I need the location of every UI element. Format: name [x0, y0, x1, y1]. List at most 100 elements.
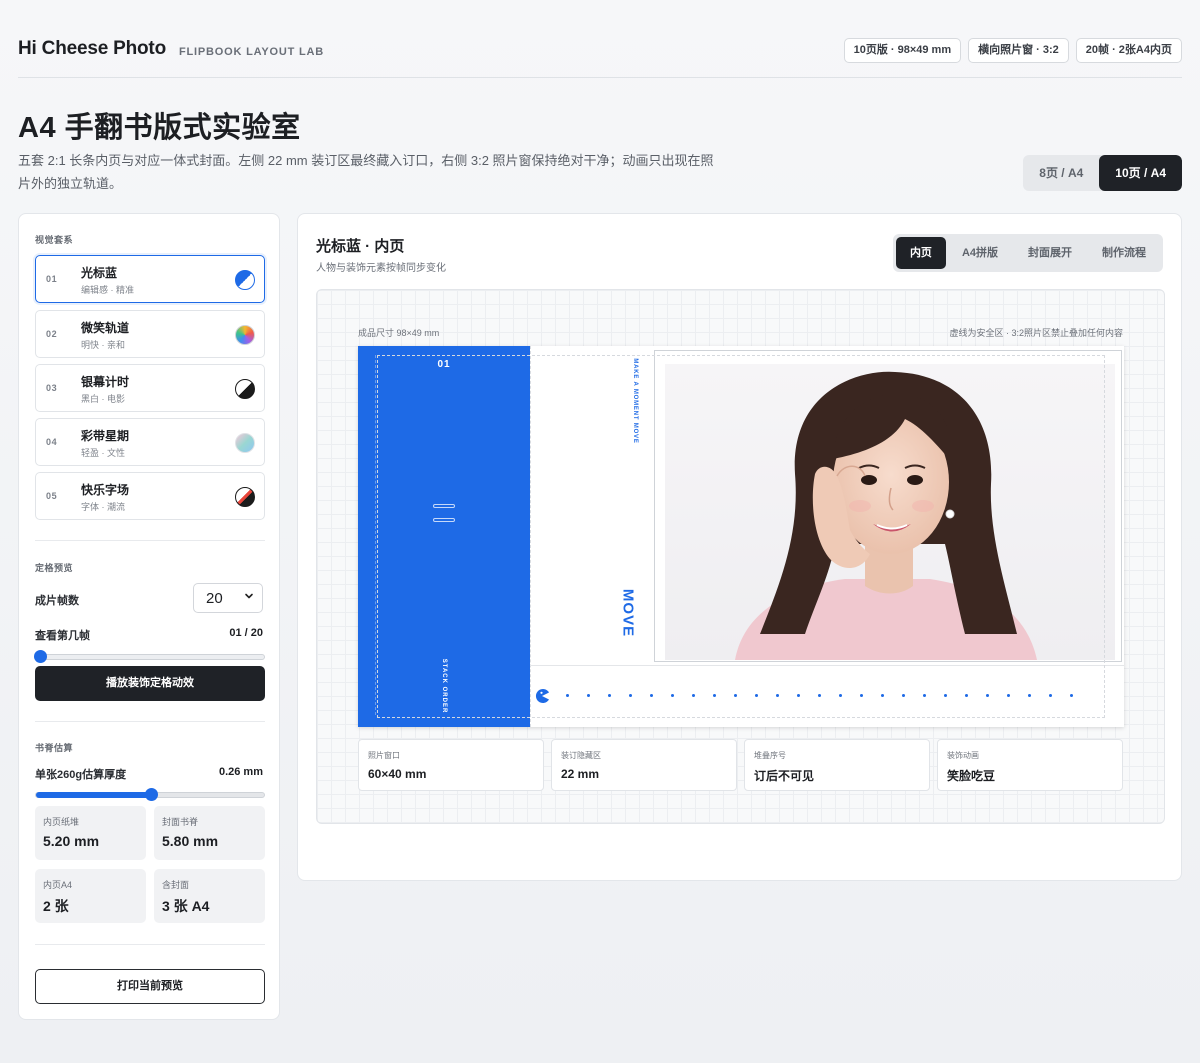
theme-name: 银幕计时	[81, 375, 130, 389]
track-dot	[797, 694, 800, 697]
info-value: 笑脸吃豆	[947, 769, 996, 783]
divider	[35, 721, 265, 722]
swatch-icon	[235, 270, 255, 290]
frame-slider[interactable]	[34, 650, 265, 663]
thickness-slider-fill	[36, 792, 151, 798]
track-dot	[923, 694, 926, 697]
stat-inner-stack: 内页纸堆 5.20 mm	[35, 806, 146, 860]
view-frame-value: 01 / 20	[229, 627, 263, 639]
track-dot	[818, 694, 821, 697]
brand-title: Hi Cheese Photo	[18, 38, 166, 59]
header-chips: 10页版 · 98×49 mm 横向照片窗 · 3:2 20帧 · 2张A4内页	[843, 38, 1182, 63]
track-dot	[755, 694, 758, 697]
top-bar: Hi Cheese Photo FLIPBOOK LAYOUT LAB 10页版…	[18, 28, 1182, 78]
binding-guide	[375, 355, 376, 715]
safe-area-note: 虚线为安全区 · 3:2照片区禁止叠加任何内容	[949, 328, 1123, 338]
theme-item-02[interactable]: 02 微笑轨道 明快 · 亲和	[35, 310, 265, 358]
track-dot	[608, 694, 611, 697]
theme-number: 04	[46, 437, 58, 447]
theme-item-05[interactable]: 05 快乐字场 字体 · 潮流	[35, 472, 265, 520]
tab-cover-spread[interactable]: 封面展开	[1014, 237, 1086, 269]
theme-desc: 字体 · 潮流	[81, 502, 125, 512]
track-dot	[692, 694, 695, 697]
track-dot	[713, 694, 716, 697]
track-dot	[776, 694, 779, 697]
main-panel: 光标蓝 · 内页 人物与装饰元素按帧同步变化 内页 A4拼版 封面展开 制作流程…	[297, 213, 1182, 881]
track-dot	[881, 694, 884, 697]
frame-count-label: 成片帧数	[35, 595, 79, 607]
swatch-icon	[235, 433, 255, 453]
divider	[35, 540, 265, 541]
info-value: 订后不可见	[754, 769, 815, 783]
track-dot	[839, 694, 842, 697]
track-dot	[566, 694, 569, 697]
info-photo-window: 照片窗口 60×40 mm	[358, 739, 544, 791]
page-title: A4 手翻书版式实验室	[18, 112, 301, 144]
track-dot	[944, 694, 947, 697]
thickness-value: 0.26 mm	[218, 766, 263, 778]
tagline-text: MAKE A MOMENT MOVE	[632, 358, 638, 444]
track-dot	[734, 694, 737, 697]
info-label: 装订隐藏区	[561, 751, 601, 760]
stat-label: 内页A4	[43, 880, 73, 890]
theme-desc: 明快 · 亲和	[81, 340, 125, 350]
binding-mark	[433, 504, 455, 508]
preview-canvas: 成品尺寸 98×49 mm 虚线为安全区 · 3:2照片区禁止叠加任何内容 01…	[316, 289, 1165, 824]
view-tabs: 内页 A4拼版 封面展开 制作流程	[892, 234, 1163, 272]
thickness-slider-handle[interactable]	[145, 788, 158, 801]
theme-name: 快乐字场	[81, 483, 130, 497]
stat-cover-spine: 封面书脊 5.80 mm	[154, 806, 265, 860]
stat-inner-a4: 内页A4 2 张	[35, 869, 146, 923]
track-dot	[671, 694, 674, 697]
track-dot	[965, 694, 968, 697]
theme-name: 光标蓝	[81, 266, 118, 280]
binding-mark	[433, 518, 455, 522]
track-divider	[530, 665, 1124, 666]
track-dot	[1049, 694, 1052, 697]
info-binding-area: 装订隐藏区 22 mm	[551, 739, 737, 791]
frame-slider-handle[interactable]	[34, 650, 47, 663]
frame-count-select[interactable]: 20	[193, 583, 263, 613]
swatch-icon	[235, 379, 255, 399]
toggle-10-pages[interactable]: 10页 / A4	[1099, 155, 1182, 191]
theme-number: 05	[46, 491, 58, 501]
stat-value: 5.20 mm	[43, 833, 100, 849]
track-dot	[902, 694, 905, 697]
swatch-icon	[235, 325, 255, 345]
stat-label: 封面书脊	[162, 817, 199, 827]
pacman-icon	[535, 689, 549, 703]
frame-section-label: 定格预览	[35, 563, 74, 573]
toggle-8-pages[interactable]: 8页 / A4	[1023, 155, 1099, 191]
stat-with-cover: 含封面 3 张 A4	[154, 869, 265, 923]
chip-frames: 20帧 · 2张A4内页	[1075, 38, 1182, 63]
theme-item-01[interactable]: 01 光标蓝 编辑感 · 精准	[35, 255, 265, 303]
info-decoration-animation: 装饰动画 笑脸吃豆	[937, 739, 1123, 791]
theme-name: 彩带星期	[81, 429, 130, 443]
size-note: 成品尺寸 98×49 mm	[358, 328, 440, 338]
info-label: 堆叠序号	[754, 751, 786, 760]
theme-item-04[interactable]: 04 彩带星期 轻盈 · 文性	[35, 418, 265, 466]
stat-value: 3 张 A4	[162, 898, 210, 914]
page-count-toggle: 8页 / A4 10页 / A4	[1023, 155, 1182, 191]
print-preview-button[interactable]: 打印当前预览	[35, 969, 265, 1004]
sidebar: 视觉套系 01 光标蓝 编辑感 · 精准 02 微笑轨道 明快 · 亲和 03 …	[18, 213, 280, 1020]
tab-workflow[interactable]: 制作流程	[1088, 237, 1160, 269]
theme-number: 01	[46, 274, 58, 284]
track-dot	[650, 694, 653, 697]
view-frame-label: 查看第几帧	[35, 630, 90, 642]
tab-inner-page[interactable]: 内页	[895, 237, 946, 269]
move-text: MOVE	[619, 588, 637, 638]
info-label: 装饰动画	[947, 751, 979, 760]
stat-value: 2 张	[43, 898, 69, 914]
theme-number: 02	[46, 329, 58, 339]
spine-section-label: 书脊估算	[35, 743, 74, 753]
page-number: 01	[437, 359, 451, 370]
thickness-slider[interactable]	[35, 788, 265, 801]
play-animation-button[interactable]: 播放装饰定格动效	[35, 666, 265, 701]
safe-line	[530, 346, 531, 727]
track-dot	[1007, 694, 1010, 697]
stat-label: 含封面	[162, 880, 190, 890]
chip-pages: 10页版 · 98×49 mm	[843, 38, 962, 63]
theme-item-03[interactable]: 03 银幕计时 黑白 · 电影	[35, 364, 265, 412]
tab-a4-imposition[interactable]: A4拼版	[948, 237, 1012, 269]
